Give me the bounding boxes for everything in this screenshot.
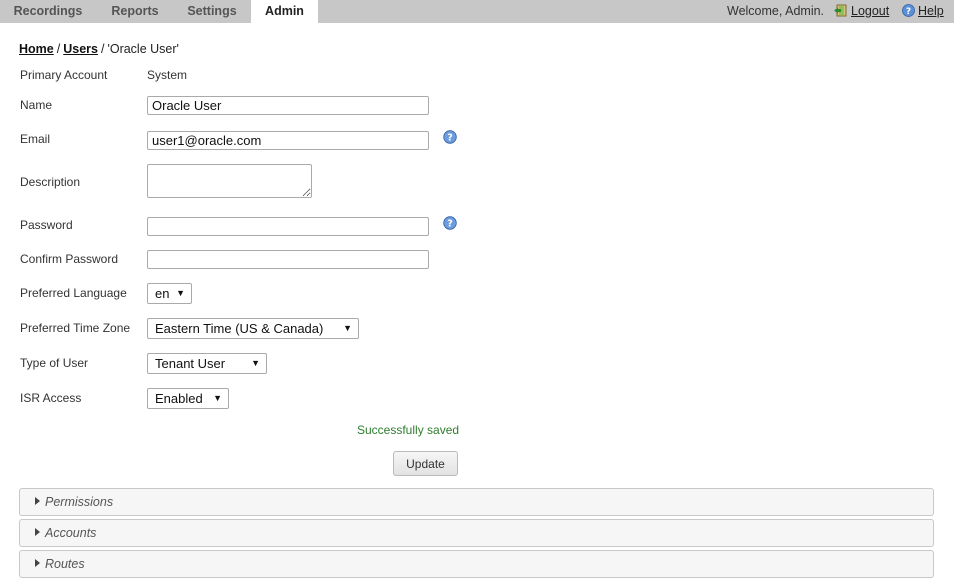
panel-title: Accounts	[45, 526, 97, 540]
description-textarea[interactable]	[147, 164, 312, 198]
breadcrumb-home[interactable]: Home	[19, 42, 54, 56]
expand-triangle-icon	[35, 497, 40, 505]
tab-recordings[interactable]: Recordings	[0, 0, 96, 23]
primary-account-value: System	[147, 68, 188, 82]
svg-text:?: ?	[447, 133, 453, 144]
breadcrumb-separator: /	[56, 42, 61, 56]
type-of-user-value: Tenant User	[155, 356, 226, 371]
top-nav-bar: Recordings Reports Settings Admin Welcom…	[0, 0, 954, 23]
type-of-user-select[interactable]: Tenant User ▼	[147, 353, 267, 374]
tab-reports[interactable]: Reports	[96, 0, 174, 23]
logout-link[interactable]: Logout	[851, 0, 889, 23]
svg-text:?: ?	[906, 7, 911, 17]
isr-access-select[interactable]: Enabled ▼	[147, 388, 229, 409]
email-input[interactable]	[147, 131, 429, 150]
panel-title: Permissions	[45, 495, 114, 509]
update-button[interactable]: Update	[393, 451, 458, 476]
confirm-password-input[interactable]	[147, 250, 429, 269]
panel-routes[interactable]: Routes	[19, 550, 934, 578]
password-label: Password	[20, 218, 73, 232]
expand-triangle-icon	[35, 559, 40, 567]
logout-icon[interactable]	[834, 4, 848, 17]
expand-triangle-icon	[35, 528, 40, 536]
preferred-language-select[interactable]: en ▼	[147, 283, 192, 304]
breadcrumb: Home / Users / 'Oracle User'	[19, 42, 179, 56]
preferred-language-value: en	[155, 286, 170, 301]
preferred-time-zone-label: Preferred Time Zone	[20, 321, 131, 335]
dropdown-arrow-icon: ▼	[343, 323, 352, 333]
panel-permissions[interactable]: Permissions	[19, 488, 934, 516]
help-link[interactable]: Help	[918, 0, 944, 23]
dropdown-arrow-icon: ▼	[251, 358, 260, 368]
preferred-language-label: Preferred Language	[20, 286, 127, 300]
breadcrumb-current: 'Oracle User'	[107, 42, 179, 56]
svg-text:?: ?	[447, 219, 453, 230]
name-label: Name	[20, 98, 53, 112]
email-label: Email	[20, 132, 51, 146]
password-help-icon[interactable]: ?	[443, 216, 457, 230]
tab-admin[interactable]: Admin	[251, 0, 318, 23]
confirm-password-label: Confirm Password	[20, 252, 119, 266]
status-message: Successfully saved	[357, 423, 460, 437]
isr-access-value: Enabled	[155, 391, 203, 406]
dropdown-arrow-icon: ▼	[213, 393, 222, 403]
preferred-time-zone-select[interactable]: Eastern Time (US & Canada) ▼	[147, 318, 359, 339]
name-input[interactable]	[147, 96, 429, 115]
dropdown-arrow-icon: ▼	[176, 288, 185, 298]
panel-title: Routes	[45, 557, 85, 571]
help-icon[interactable]: ?	[902, 4, 915, 17]
email-help-icon[interactable]: ?	[443, 130, 457, 144]
description-label: Description	[20, 175, 81, 189]
breadcrumb-separator: /	[100, 42, 105, 56]
breadcrumb-users[interactable]: Users	[63, 42, 98, 56]
tab-settings[interactable]: Settings	[174, 0, 250, 23]
isr-access-label: ISR Access	[20, 391, 82, 405]
preferred-time-zone-value: Eastern Time (US & Canada)	[155, 321, 324, 336]
primary-account-label: Primary Account	[20, 68, 108, 82]
password-input[interactable]	[147, 217, 429, 236]
welcome-text: Welcome, Admin.	[727, 4, 825, 18]
type-of-user-label: Type of User	[20, 356, 89, 370]
panel-accounts[interactable]: Accounts	[19, 519, 934, 547]
